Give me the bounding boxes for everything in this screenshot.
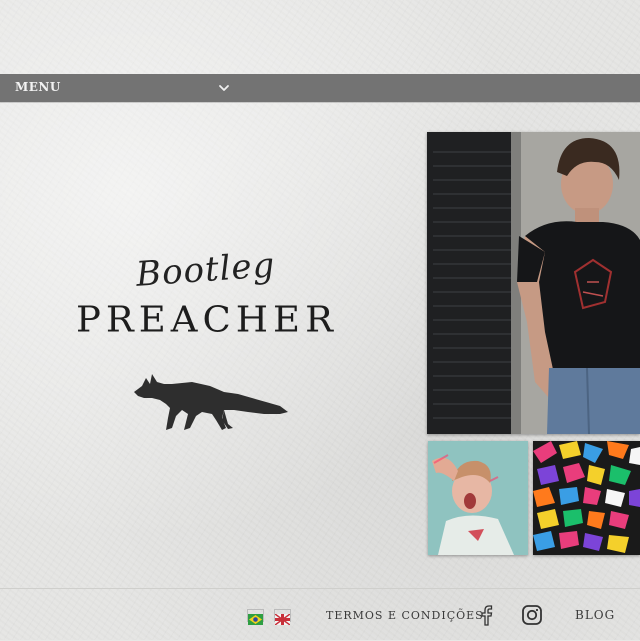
brand-name-big: PREACHER <box>76 299 338 340</box>
chevron-down-icon[interactable] <box>217 82 231 94</box>
menu-label[interactable]: MENU <box>15 80 61 94</box>
thumbnail-pattern-photo[interactable] <box>533 441 640 555</box>
instagram-icon[interactable] <box>521 604 543 626</box>
menu-bar[interactable]: MENU <box>0 74 640 102</box>
fox-icon <box>134 374 288 430</box>
man-in-tshirt-photo <box>427 132 640 434</box>
footer <box>0 588 640 641</box>
uk-flag-icon[interactable] <box>274 609 291 626</box>
facebook-icon[interactable] <box>476 604 498 626</box>
brand-name-small: Bootleg <box>134 245 277 295</box>
brazil-flag-icon[interactable] <box>247 609 264 625</box>
featured-photo[interactable] <box>427 132 640 434</box>
thumbnail-kid-photo[interactable] <box>428 441 528 555</box>
blog-link[interactable]: BLOG <box>575 608 615 622</box>
brand-logo[interactable]: Bootleg PREACHER <box>70 245 360 440</box>
terms-link[interactable]: TERMOS E CONDIÇÕES <box>326 609 484 622</box>
